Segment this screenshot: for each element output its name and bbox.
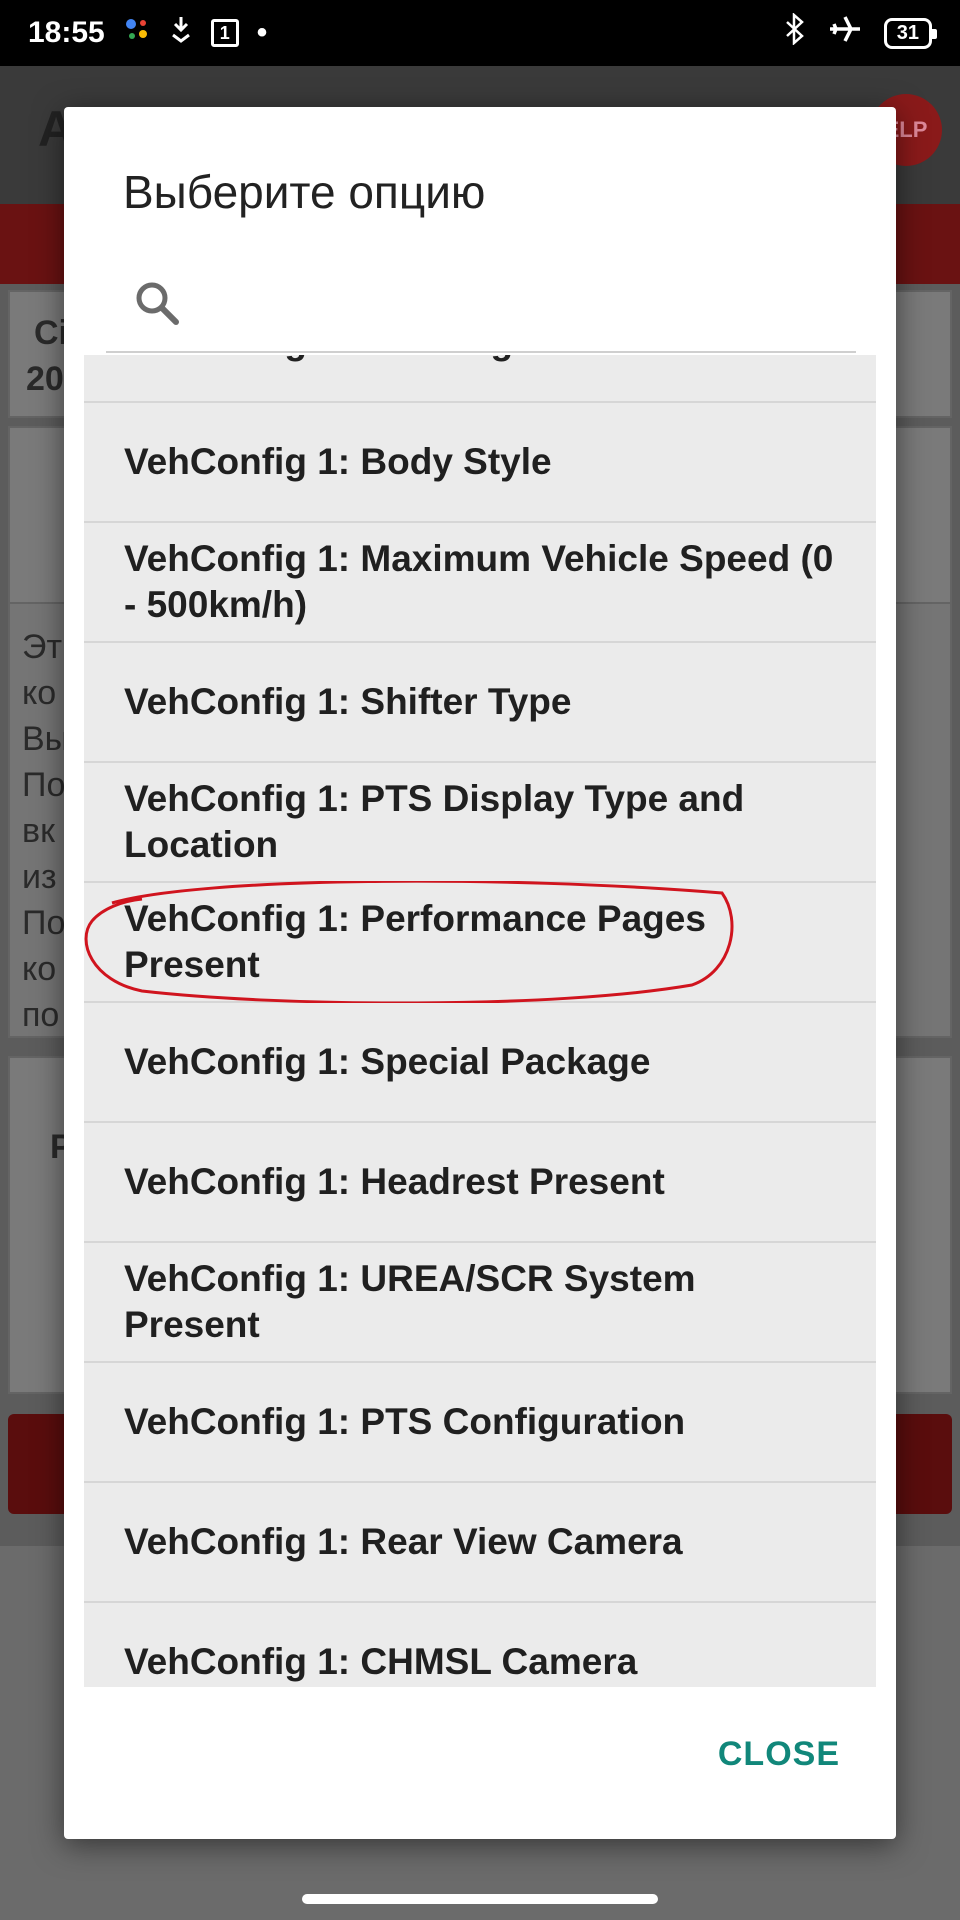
list-item[interactable]: VehConfig 1: Rear View Camera xyxy=(84,1483,876,1603)
google-assistant-icon xyxy=(123,15,151,51)
status-bar: 18:55 1 • 31 xyxy=(0,0,960,66)
option-label: VehConfig 1: Shifter Type xyxy=(124,681,572,722)
options-list[interactable]: VehConfig 1: Auto Highbeam VehConfig 1: B… xyxy=(84,355,876,1687)
options-list-inner: VehConfig 1: Auto Highbeam VehConfig 1: B… xyxy=(84,355,876,1687)
bg-snippet: по xyxy=(22,996,60,1034)
list-item[interactable]: VehConfig 1: UREA/SCR System Present xyxy=(84,1243,876,1363)
search-input[interactable] xyxy=(188,274,856,334)
bg-snippet: По xyxy=(22,904,66,942)
list-item[interactable]: VehConfig 1: Auto Highbeam xyxy=(84,355,876,403)
list-item[interactable]: VehConfig 1: PTS Display Type and Locati… xyxy=(84,763,876,883)
dot-icon: • xyxy=(256,16,268,49)
list-item[interactable]: VehConfig 1: Headrest Present xyxy=(84,1123,876,1243)
option-label: VehConfig 1: Rear View Camera xyxy=(124,1521,683,1562)
search-icon[interactable] xyxy=(128,274,188,334)
option-label: VehConfig 1: Auto Highbeam xyxy=(124,355,632,365)
option-label: VehConfig 1: UREA/SCR System Present xyxy=(124,1258,696,1345)
bg-snippet: ко xyxy=(22,674,57,712)
dialog-title: Выберите опцию xyxy=(123,166,486,218)
bg-snippet: из xyxy=(22,858,57,896)
option-label: VehConfig 1: PTS Configuration xyxy=(124,1401,686,1442)
search-bar[interactable] xyxy=(106,257,856,353)
bg-snippet: Эт xyxy=(22,628,63,666)
option-label: VehConfig 1: Maximum Vehicle Speed (0 - … xyxy=(124,538,834,625)
option-label: VehConfig 1: Headrest Present xyxy=(124,1161,665,1202)
bluetooth-icon xyxy=(784,12,806,53)
close-button[interactable]: CLOSE xyxy=(718,1735,840,1774)
option-label: VehConfig 1: Special Package xyxy=(124,1041,651,1082)
bg-snippet: Сі xyxy=(34,314,68,352)
list-item[interactable]: VehConfig 1: Body Style xyxy=(84,403,876,523)
bg-snippet: вк xyxy=(22,812,55,850)
calendar-icon: 1 xyxy=(210,19,239,47)
option-label: VehConfig 1: CHMSL Camera xyxy=(124,1641,638,1682)
list-item[interactable]: VehConfig 1: Special Package xyxy=(84,1003,876,1123)
bg-snippet: 20 xyxy=(26,360,64,398)
airplane-icon xyxy=(828,14,862,52)
select-option-dialog: Выберите опцию VehConfig 1: Auto Highbea… xyxy=(64,107,896,1839)
option-label: VehConfig 1: Performance Pages Present xyxy=(124,898,706,985)
bg-snippet: Вы xyxy=(22,720,70,758)
download-icon xyxy=(169,15,193,51)
bg-snippet: ко xyxy=(22,950,57,988)
list-item[interactable]: VehConfig 1: CHMSL Camera xyxy=(84,1603,876,1687)
battery-icon: 31 xyxy=(883,17,938,49)
gesture-nav-handle[interactable] xyxy=(302,1894,658,1904)
status-time: 18:55 xyxy=(28,16,105,49)
list-item[interactable]: VehConfig 1: Shifter Type xyxy=(84,643,876,763)
list-item[interactable]: VehConfig 1: Maximum Vehicle Speed (0 - … xyxy=(84,523,876,643)
list-item[interactable]: VehConfig 1: Performance Pages Present xyxy=(84,881,876,1005)
option-label: VehConfig 1: PTS Display Type and Locati… xyxy=(124,778,745,865)
list-item[interactable]: VehConfig 1: PTS Configuration xyxy=(84,1363,876,1483)
option-label: VehConfig 1: Body Style xyxy=(124,441,552,482)
bg-snippet: По xyxy=(22,766,66,804)
